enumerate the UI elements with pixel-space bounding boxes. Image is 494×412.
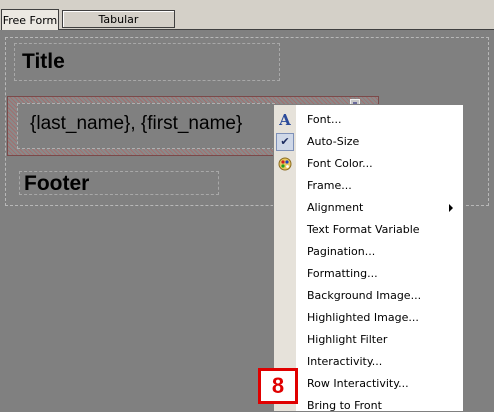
menu-item-label: Alignment bbox=[307, 201, 364, 214]
footer-label[interactable]: Footer bbox=[24, 171, 89, 197]
tab-tabular-deprecated[interactable]: Tabular (Deprecated) bbox=[62, 10, 175, 44]
menu-item-formatting[interactable]: Formatting... bbox=[274, 263, 463, 285]
menu-item-frame[interactable]: Frame... bbox=[274, 175, 463, 197]
menu-item-label: Formatting... bbox=[307, 267, 378, 280]
menu-item-text-format-variable[interactable]: Text Format Variable bbox=[274, 219, 463, 241]
menu-item-pagination[interactable]: Pagination... bbox=[274, 241, 463, 263]
menu-item-interactivity[interactable]: Interactivity... bbox=[274, 351, 463, 373]
menu-item-label: Background Image... bbox=[307, 289, 422, 302]
tab-free-form[interactable]: Free Form bbox=[1, 9, 59, 30]
detail-field-text[interactable]: {last_name}, {first_name} bbox=[30, 112, 242, 136]
menu-item-label: Auto-Size bbox=[307, 135, 360, 148]
menu-item-highlight-filter[interactable]: Highlight Filter bbox=[274, 329, 463, 351]
title-label[interactable]: Title bbox=[22, 49, 65, 75]
menu-item-label: Pagination... bbox=[307, 245, 376, 258]
menu-item-label: Highlight Filter bbox=[307, 333, 388, 346]
menu-item-font[interactable]: A Font... bbox=[274, 109, 463, 131]
menu-item-bring-to-front[interactable]: Bring to Front bbox=[274, 395, 463, 412]
menu-item-label: Frame... bbox=[307, 179, 352, 192]
menu-item-label: Text Format Variable bbox=[307, 223, 420, 236]
menu-item-auto-size[interactable]: ✔ Auto-Size bbox=[274, 131, 463, 153]
font-icon: A bbox=[279, 111, 291, 129]
checkmark-icon: ✔ bbox=[276, 133, 294, 151]
menu-item-font-color[interactable]: Font Color... bbox=[274, 153, 463, 175]
step-number-badge: 8 bbox=[258, 368, 298, 404]
context-menu: A Font... ✔ Auto-Size Font Color... Fram… bbox=[273, 104, 464, 412]
menu-item-label: Bring to Front bbox=[307, 399, 382, 412]
menu-item-label: Font... bbox=[307, 113, 342, 126]
menu-item-label: Row Interactivity... bbox=[307, 377, 409, 390]
menu-item-label: Highlighted Image... bbox=[307, 311, 419, 324]
context-menu-items: A Font... ✔ Auto-Size Font Color... Fram… bbox=[274, 109, 463, 412]
menu-item-background-image[interactable]: Background Image... bbox=[274, 285, 463, 307]
submenu-arrow-icon bbox=[449, 204, 453, 212]
menu-item-label: Font Color... bbox=[307, 157, 373, 170]
palette-icon bbox=[276, 155, 294, 173]
menu-item-label: Interactivity... bbox=[307, 355, 383, 368]
menu-item-highlighted-image[interactable]: Highlighted Image... bbox=[274, 307, 463, 329]
menu-item-alignment[interactable]: Alignment bbox=[274, 197, 463, 219]
tab-strip: Free Form Tabular (Deprecated) bbox=[0, 0, 494, 44]
menu-item-row-interactivity[interactable]: Row Interactivity... bbox=[274, 373, 463, 395]
